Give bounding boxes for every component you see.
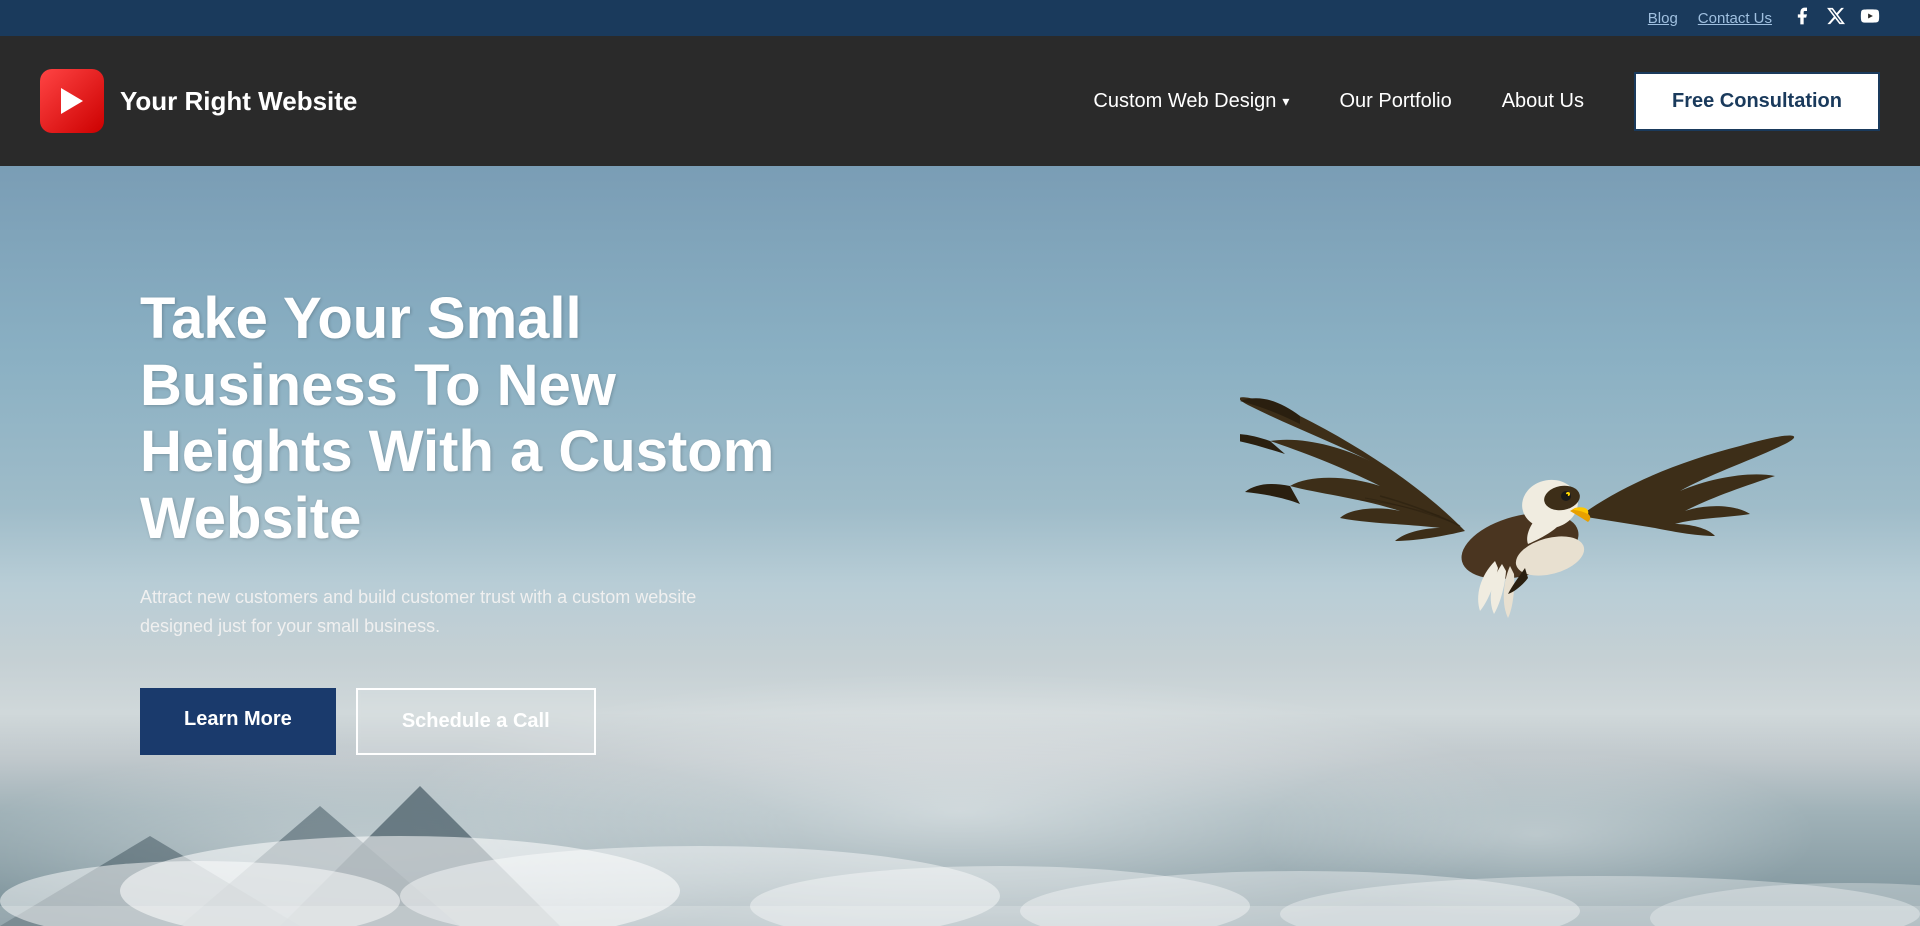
logo-icon	[40, 69, 104, 133]
contact-link[interactable]: Contact Us	[1698, 10, 1772, 27]
brand-logo[interactable]: Your Right Website	[40, 69, 357, 133]
eagle-illustration	[1240, 246, 1800, 806]
schedule-call-button[interactable]: Schedule a Call	[356, 688, 596, 755]
social-icons	[1792, 6, 1880, 31]
hero-content: Take Your Small Business To New Heights …	[0, 166, 800, 755]
hero-buttons: Learn More Schedule a Call	[140, 688, 800, 755]
free-consultation-button[interactable]: Free Consultation	[1634, 72, 1880, 131]
hero-section: Take Your Small Business To New Heights …	[0, 166, 1920, 926]
nav-custom-web-design[interactable]: Custom Web Design ▾	[1093, 90, 1289, 113]
nav-links: Custom Web Design ▾ Our Portfolio About …	[1093, 72, 1880, 131]
facebook-icon[interactable]	[1792, 6, 1812, 31]
navbar: Your Right Website Custom Web Design ▾ O…	[0, 36, 1920, 166]
x-twitter-icon[interactable]	[1826, 6, 1846, 31]
hero-subtitle: Attract new customers and build customer…	[140, 583, 760, 641]
nav-about-us[interactable]: About Us	[1502, 90, 1584, 113]
hero-title: Take Your Small Business To New Heights …	[140, 286, 800, 553]
blog-link[interactable]: Blog	[1648, 10, 1678, 27]
youtube-icon[interactable]	[1860, 6, 1880, 31]
chevron-down-icon: ▾	[1282, 93, 1289, 110]
brand-name: Your Right Website	[120, 86, 357, 117]
nav-our-portfolio[interactable]: Our Portfolio	[1339, 90, 1451, 113]
top-bar: Blog Contact Us	[0, 0, 1920, 36]
learn-more-button[interactable]: Learn More	[140, 688, 336, 755]
